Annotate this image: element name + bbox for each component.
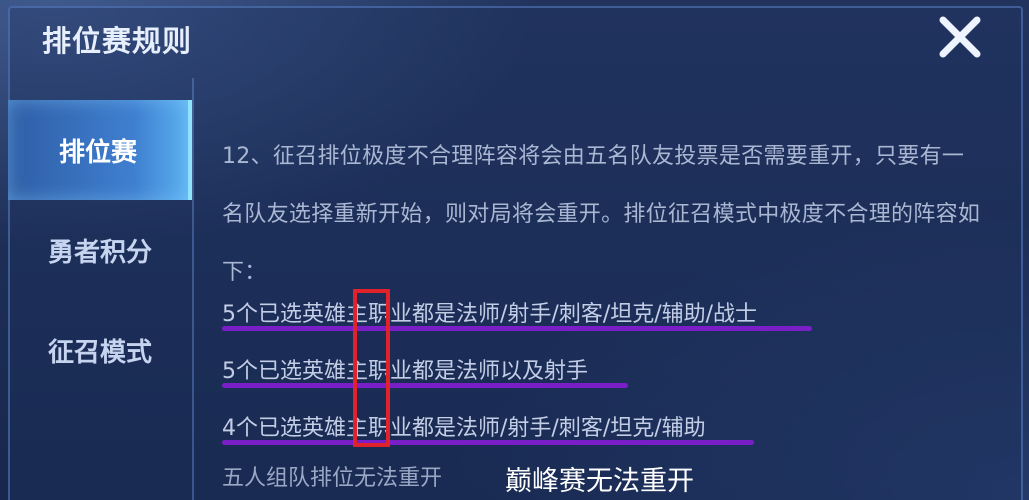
sidebar-item-label: 排位赛 (58, 137, 137, 168)
footer-note-team: 五人组队排位无法重开 (222, 466, 443, 491)
sidebar-item-label: 勇者积分 (47, 237, 152, 268)
dialog-title: 排位赛规则 (42, 24, 193, 58)
sidebar-item-draft-mode[interactable]: 征召模式 (8, 300, 192, 400)
close-icon (939, 16, 981, 58)
rule-line-1: 5个已选英雄主职业都是法师/射手/刺客/坦克/辅助/战士 (222, 302, 758, 327)
sidebar-item-brave-points[interactable]: 勇者积分 (8, 200, 192, 300)
sidebar-item-label: 征召模式 (47, 337, 152, 368)
sidebar: 排位赛 勇者积分 征召模式 (8, 100, 192, 500)
rule-line-2: 5个已选英雄主职业都是法师以及射手 (222, 359, 588, 384)
underline-2 (222, 383, 628, 388)
footer-note-peak: 巅峰赛无法重开 (505, 466, 694, 497)
underline-1 (222, 326, 812, 331)
highlight-box (353, 289, 390, 447)
rule-paragraph: 12、征召排位极度不合理阵容将会由五名队友投票是否需要重开，只要有一名队友选择重… (222, 144, 981, 285)
rules-content: 12、征召排位极度不合理阵容将会由五名队友投票是否需要重开，只要有一名队友选择重… (222, 128, 982, 302)
close-button[interactable] (935, 12, 985, 62)
underline-3 (222, 440, 754, 445)
rule-line-3: 4个已选英雄主职业都是法师/射手/刺客/坦克/辅助 (222, 416, 706, 441)
sidebar-item-ranked[interactable]: 排位赛 (8, 100, 192, 200)
sidebar-divider (192, 78, 194, 500)
